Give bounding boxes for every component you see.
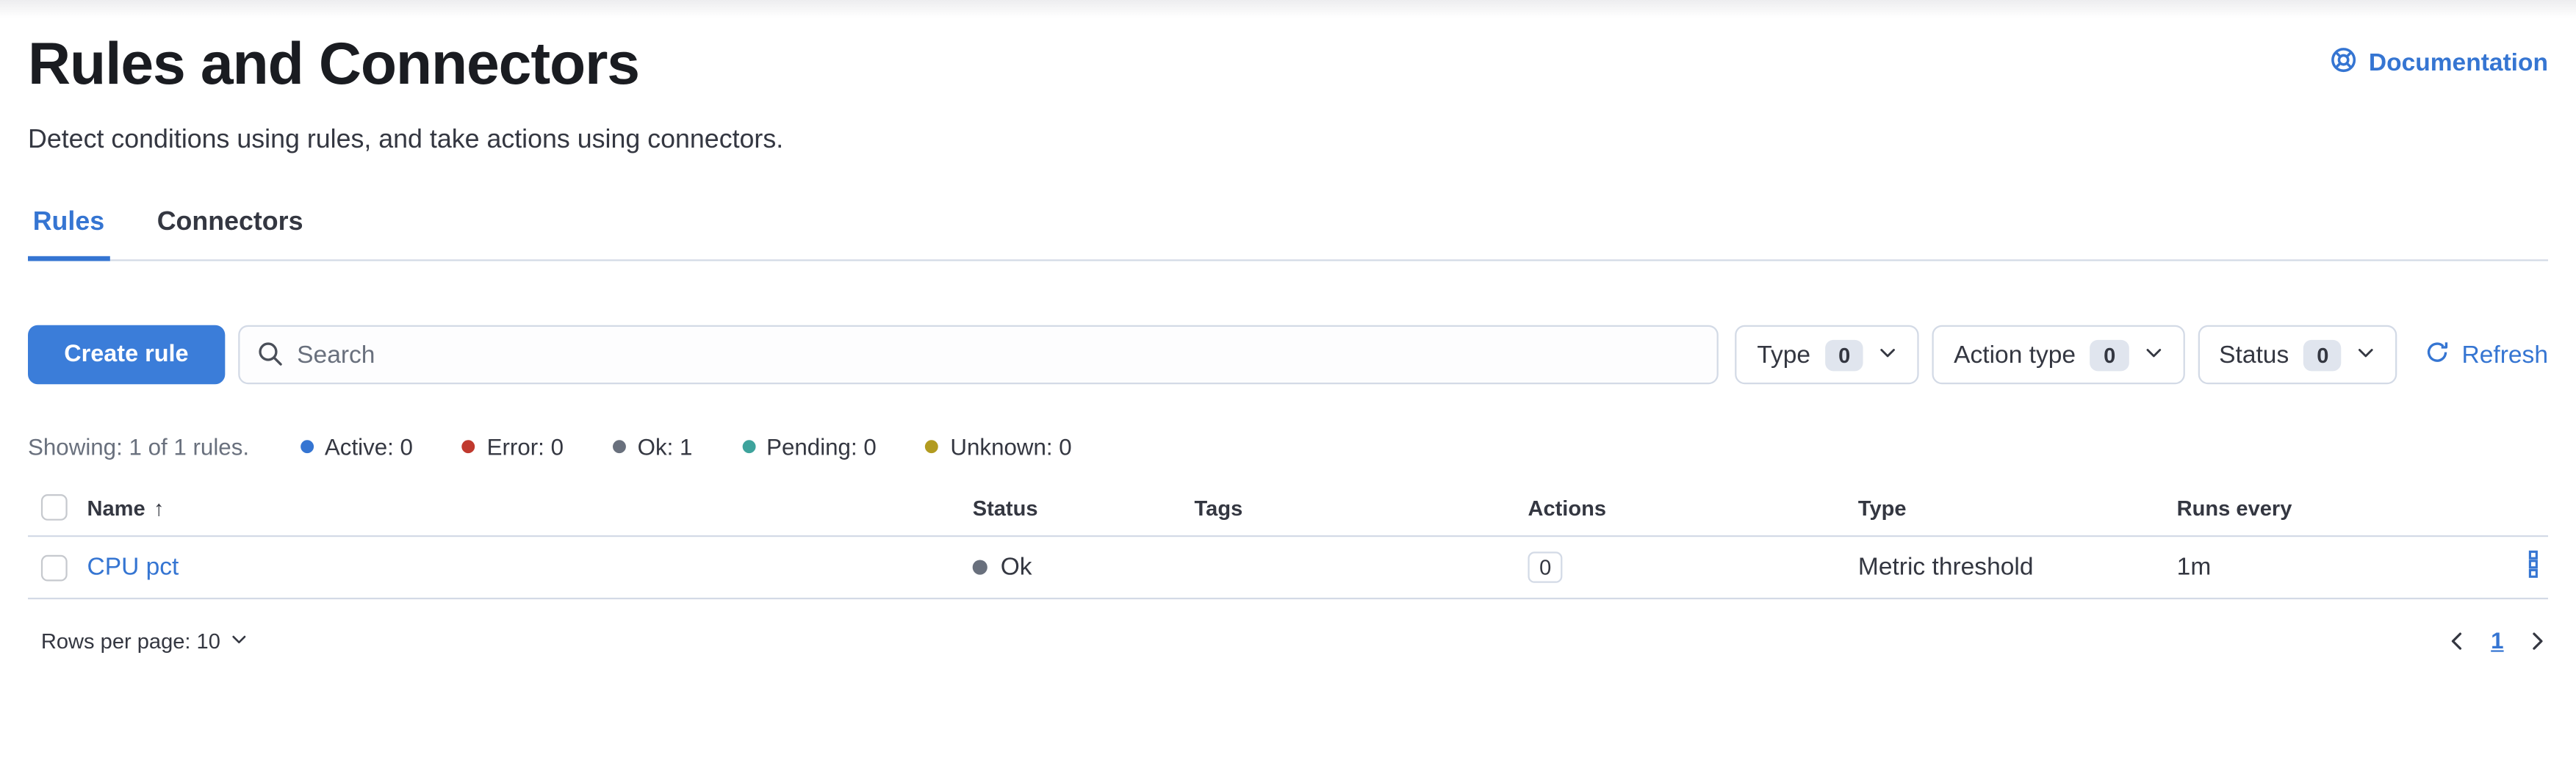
filter-status-count-badge: 0: [2303, 339, 2342, 370]
boxes-vertical-icon: [2525, 549, 2541, 585]
toolbar: Create rule Type 0 Action type: [28, 325, 2548, 384]
search-field-wrap: [238, 325, 1719, 384]
rule-name-link[interactable]: CPU pct: [87, 554, 179, 582]
filter-status[interactable]: Status 0: [2198, 325, 2397, 384]
filter-type-label: Type: [1757, 341, 1810, 369]
help-lifering-icon: [2329, 46, 2357, 81]
page-title: Rules and Connectors: [28, 29, 639, 98]
create-rule-button[interactable]: Create rule: [28, 325, 225, 384]
row-actions-menu-button[interactable]: [2522, 549, 2548, 585]
unknown-status-label: Unknown: 0: [950, 433, 1071, 460]
pagination: 1: [2447, 627, 2548, 654]
sort-ascending-icon: ↑: [154, 495, 165, 520]
chevron-down-icon: [2143, 341, 2163, 369]
page-subtitle: Detect conditions using rules, and take …: [28, 123, 2548, 158]
rules-and-connectors-page: Rules and Connectors Documentation Detec…: [0, 0, 2576, 774]
chevron-down-icon: [1878, 341, 1898, 369]
summary-ok: Ok: 1: [613, 433, 692, 460]
showing-count-text: Showing: 1 of 1 rules.: [28, 433, 249, 460]
table-row: CPU pct Ok 0 Metric threshold 1m: [28, 537, 2548, 599]
table-header-row: Name ↑ Status Tags Actions Type Runs eve…: [28, 494, 2548, 537]
search-input[interactable]: [238, 325, 1719, 384]
column-header-tags: Tags: [1195, 495, 1528, 520]
rule-runs-every-cell: 1m: [2177, 554, 2522, 582]
error-status-label: Error: 0: [487, 433, 564, 460]
tab-bar: Rules Connectors: [28, 209, 2548, 261]
next-page-button[interactable]: [2527, 629, 2548, 651]
rules-table: Name ↑ Status Tags Actions Type Runs eve…: [28, 494, 2548, 654]
rule-actions-count-badge: 0: [1528, 551, 1562, 582]
documentation-link[interactable]: Documentation: [2329, 46, 2548, 81]
active-status-dot: [300, 440, 313, 453]
summary-pending: Pending: 0: [742, 433, 877, 460]
refresh-button[interactable]: Refresh: [2425, 339, 2548, 370]
column-header-name[interactable]: Name ↑: [87, 495, 973, 520]
rule-status-dot: [973, 560, 987, 574]
page-header: Rules and Connectors Documentation: [28, 0, 2548, 98]
rows-per-page-button[interactable]: Rows per page: 10: [41, 628, 248, 653]
rule-status-label: Ok: [1001, 554, 1032, 582]
refresh-icon: [2425, 339, 2450, 370]
filter-status-label: Status: [2219, 341, 2289, 369]
previous-page-button[interactable]: [2447, 629, 2468, 651]
filter-type[interactable]: Type 0: [1735, 325, 1919, 384]
pending-status-label: Pending: 0: [766, 433, 877, 460]
rows-per-page-label: Rows per page: 10: [41, 628, 220, 653]
row-checkbox[interactable]: [41, 554, 68, 581]
chevron-down-icon: [230, 628, 248, 653]
summary-active: Active: 0: [300, 433, 413, 460]
filter-action-type[interactable]: Action type 0: [1932, 325, 2184, 384]
filter-action-type-count-badge: 0: [2090, 339, 2129, 370]
select-all-checkbox[interactable]: [41, 494, 68, 521]
summary-error: Error: 0: [462, 433, 564, 460]
rule-type-cell: Metric threshold: [1858, 554, 2177, 582]
refresh-label: Refresh: [2462, 341, 2548, 369]
error-status-dot: [462, 440, 475, 453]
documentation-label: Documentation: [2369, 49, 2548, 77]
filter-action-type-label: Action type: [1954, 341, 2076, 369]
filter-type-count-badge: 0: [1825, 339, 1863, 370]
tab-rules[interactable]: Rules: [28, 209, 109, 259]
ok-status-dot: [613, 440, 626, 453]
column-header-runs-every: Runs every: [2177, 495, 2522, 520]
ok-status-label: Ok: 1: [638, 433, 693, 460]
rules-summary: Showing: 1 of 1 rules. Active: 0 Error: …: [28, 433, 2548, 460]
page-number-1[interactable]: 1: [2488, 627, 2507, 654]
summary-unknown: Unknown: 0: [926, 433, 1072, 460]
pending-status-dot: [742, 440, 755, 453]
unknown-status-dot: [926, 440, 939, 453]
column-header-name-label: Name: [87, 495, 145, 520]
chevron-down-icon: [2356, 341, 2376, 369]
tab-connectors[interactable]: Connectors: [152, 209, 308, 259]
table-footer: Rows per page: 10 1: [28, 627, 2548, 654]
column-header-actions: Actions: [1528, 495, 1857, 520]
column-header-status: Status: [973, 495, 1195, 520]
active-status-label: Active: 0: [325, 433, 413, 460]
column-header-type: Type: [1858, 495, 2177, 520]
